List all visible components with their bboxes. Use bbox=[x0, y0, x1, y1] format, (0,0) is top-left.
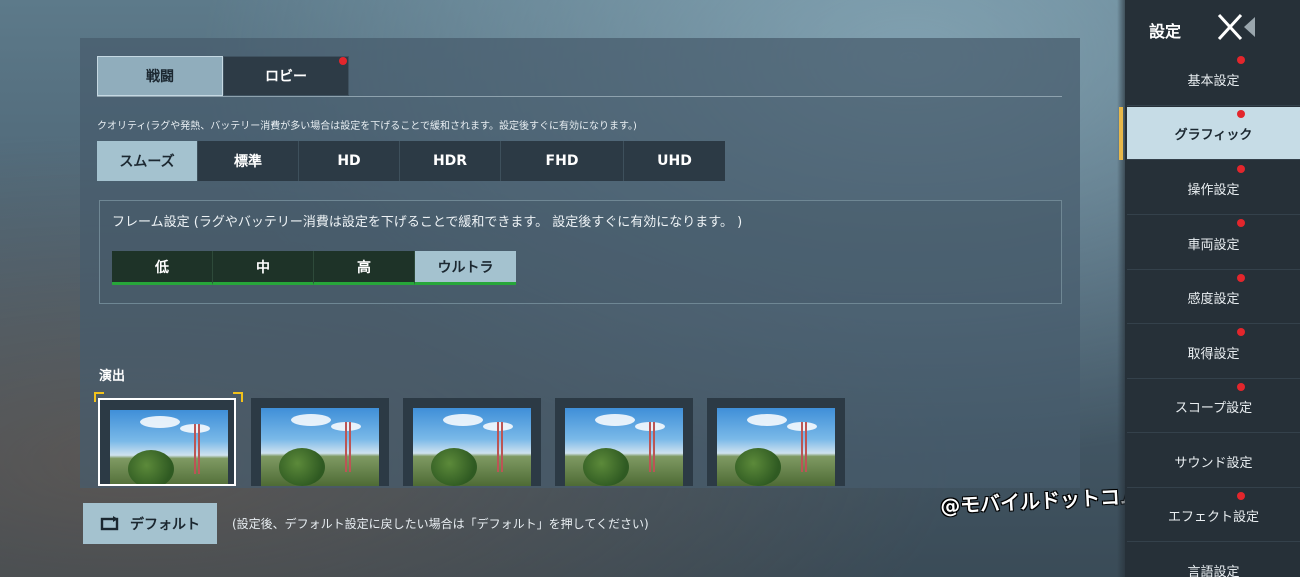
effect-preview-image bbox=[110, 410, 228, 484]
frame-option-high[interactable]: 高 bbox=[314, 251, 415, 285]
quality-option-fhd[interactable]: FHD bbox=[501, 141, 624, 181]
sidebar-item-controls[interactable]: 操作設定 bbox=[1127, 162, 1300, 215]
notification-dot bbox=[1237, 219, 1245, 227]
sidebar-item-vehicle[interactable]: 車両設定 bbox=[1127, 217, 1300, 270]
active-item-indicator bbox=[1119, 107, 1123, 160]
sidebar-item-label: 車両設定 bbox=[1187, 237, 1240, 253]
default-button-label: デフォルト bbox=[130, 516, 200, 533]
effect-thumbnail[interactable] bbox=[251, 398, 389, 486]
effect-preview-image bbox=[565, 408, 683, 486]
sidebar-item-label: エフェクト設定 bbox=[1167, 509, 1259, 525]
frame-note: フレーム設定 (ラグやバッテリー消費は設定を下げることで緩和できます。 設定後す… bbox=[112, 215, 743, 230]
default-button[interactable]: デフォルト bbox=[83, 503, 217, 544]
tab-lobby-label: ロビー bbox=[265, 69, 307, 85]
effect-thumbnail[interactable] bbox=[555, 398, 693, 486]
tab-lobby[interactable]: ロビー bbox=[223, 56, 349, 96]
quality-option-standard[interactable]: 標準 bbox=[198, 141, 299, 181]
selection-corner-icon bbox=[94, 392, 104, 402]
effect-thumbnail[interactable] bbox=[98, 398, 236, 486]
reset-icon bbox=[100, 515, 119, 530]
effect-thumbnail[interactable] bbox=[403, 398, 541, 486]
sidebar-item-scope[interactable]: スコープ設定 bbox=[1127, 380, 1300, 433]
mode-tabs: 戦闘 ロビー bbox=[97, 56, 349, 96]
notification-dot bbox=[339, 57, 347, 65]
quality-option-hd[interactable]: HD bbox=[299, 141, 400, 181]
frame-option-low[interactable]: 低 bbox=[112, 251, 213, 285]
notification-dot bbox=[1237, 328, 1245, 336]
sidebar-item-language[interactable]: 言語設定 bbox=[1127, 544, 1300, 577]
quality-option-smooth[interactable]: スムーズ bbox=[97, 141, 198, 181]
sidebar-item-label: 操作設定 bbox=[1187, 182, 1240, 198]
sidebar-item-basic[interactable]: 基本設定 bbox=[1127, 53, 1300, 106]
quality-option-uhd[interactable]: UHD bbox=[624, 141, 725, 181]
effects-label: 演出 bbox=[99, 369, 126, 384]
tab-battle[interactable]: 戦闘 bbox=[97, 56, 223, 96]
sidebar-item-label: グラフィック bbox=[1174, 127, 1253, 143]
frame-option-medium[interactable]: 中 bbox=[213, 251, 314, 285]
sidebar-item-effects[interactable]: エフェクト設定 bbox=[1127, 489, 1300, 542]
notification-dot bbox=[1237, 383, 1245, 391]
sidebar-item-label: 感度設定 bbox=[1187, 291, 1240, 307]
notification-dot bbox=[1237, 274, 1245, 282]
settings-title: 設定 bbox=[1149, 22, 1182, 41]
tabs-divider bbox=[97, 96, 1062, 97]
notification-dot bbox=[1237, 165, 1245, 173]
sidebar-item-label: 基本設定 bbox=[1187, 73, 1240, 89]
sidebar-item-sensitivity[interactable]: 感度設定 bbox=[1127, 271, 1300, 324]
close-button[interactable] bbox=[1213, 10, 1257, 44]
sidebar-item-label: サウンド設定 bbox=[1174, 455, 1253, 471]
notification-dot bbox=[1237, 56, 1245, 64]
frame-option-ultra[interactable]: ウルトラ bbox=[415, 251, 516, 285]
effect-preview-image bbox=[261, 408, 379, 486]
close-icon bbox=[1217, 13, 1255, 41]
effect-preview-image bbox=[413, 408, 531, 486]
quality-note: クオリティ(ラグや発熱、バッテリー消費が多い場合は設定を下げることで緩和されます… bbox=[97, 121, 637, 132]
sidebar-item-sound[interactable]: サウンド設定 bbox=[1127, 435, 1300, 488]
default-note: (設定後、デフォルト設定に戻したい場合は「デフォルト」を押してください) bbox=[232, 517, 649, 531]
frame-selector: 低 中 高 ウルトラ bbox=[112, 251, 516, 285]
notification-dot bbox=[1237, 492, 1245, 500]
sidebar-item-label: スコープ設定 bbox=[1174, 400, 1253, 416]
selection-corner-icon bbox=[233, 392, 243, 402]
sidebar-item-pickup[interactable]: 取得設定 bbox=[1127, 326, 1300, 379]
sidebar-item-label: 言語設定 bbox=[1187, 564, 1240, 577]
effect-thumbnail[interactable] bbox=[707, 398, 845, 486]
sidebar-item-label: 取得設定 bbox=[1187, 346, 1240, 362]
quality-selector: スムーズ 標準 HD HDR FHD UHD bbox=[97, 141, 725, 181]
effect-preview-image bbox=[717, 408, 835, 486]
sidebar-item-graphics[interactable]: グラフィック bbox=[1127, 107, 1300, 160]
quality-option-hdr[interactable]: HDR bbox=[400, 141, 501, 181]
notification-dot bbox=[1237, 110, 1245, 118]
